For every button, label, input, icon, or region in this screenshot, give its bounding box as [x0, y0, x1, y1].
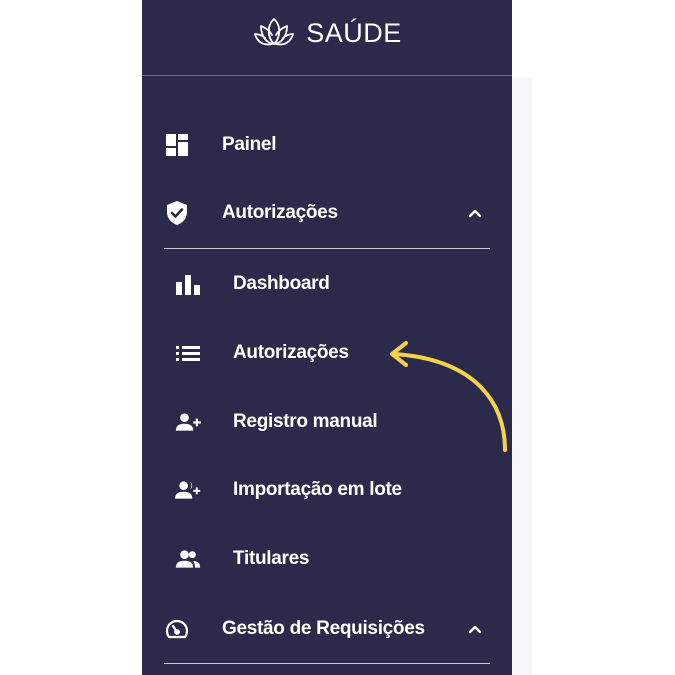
- submenu-item-label: Dashboard: [233, 273, 330, 294]
- chevron-up-icon[interactable]: [464, 202, 486, 224]
- section-divider: [164, 663, 490, 664]
- submenu-item-importacao-em-lote[interactable]: Importação em lote: [142, 468, 512, 512]
- submenu-item-titulares[interactable]: Titulares: [142, 537, 512, 581]
- sidebar-item-autorizacoes[interactable]: Autorizações: [142, 191, 512, 235]
- sidebar-item-painel[interactable]: Painel: [142, 123, 512, 167]
- brand-name: SAÚDE: [306, 17, 402, 48]
- brand-logo[interactable]: SAÚDE: [142, 0, 512, 70]
- people-add-icon: [175, 477, 201, 503]
- submenu-item-dashboard[interactable]: Dashboard: [142, 262, 512, 306]
- header-divider: [142, 75, 512, 76]
- submenu-item-label: Autorizações: [233, 342, 349, 363]
- person-add-icon: [175, 409, 201, 435]
- submenu-item-label: Titulares: [233, 548, 310, 569]
- submenu-item-autorizacoes[interactable]: Autorizações: [142, 331, 512, 375]
- shield-check-icon: [164, 200, 190, 226]
- list-icon: [175, 340, 201, 366]
- submenu-item-label: Registro manual: [233, 411, 378, 432]
- sidebar-item-label: Autorizações: [222, 202, 338, 223]
- submenu-item-label: Importação em lote: [233, 479, 402, 500]
- dashboard-grid-icon: [164, 132, 190, 158]
- sidebar-item-gestao-de-requisicoes[interactable]: Gestão de Requisições: [142, 607, 512, 651]
- submenu-item-registro-manual[interactable]: Registro manual: [142, 400, 512, 444]
- section-divider: [164, 248, 490, 249]
- speedometer-icon: [164, 616, 190, 642]
- sidebar: SAÚDE Painel Autorizações Dashboard Auto…: [142, 0, 512, 675]
- chevron-up-icon[interactable]: [464, 618, 486, 640]
- people-icon: [175, 546, 201, 572]
- sidebar-item-label: Painel: [222, 134, 277, 155]
- sidebar-item-label: Gestão de Requisições: [222, 618, 425, 639]
- content-panel-edge: [512, 77, 532, 675]
- bar-chart-icon: [175, 271, 201, 297]
- lotus-icon: [252, 16, 296, 50]
